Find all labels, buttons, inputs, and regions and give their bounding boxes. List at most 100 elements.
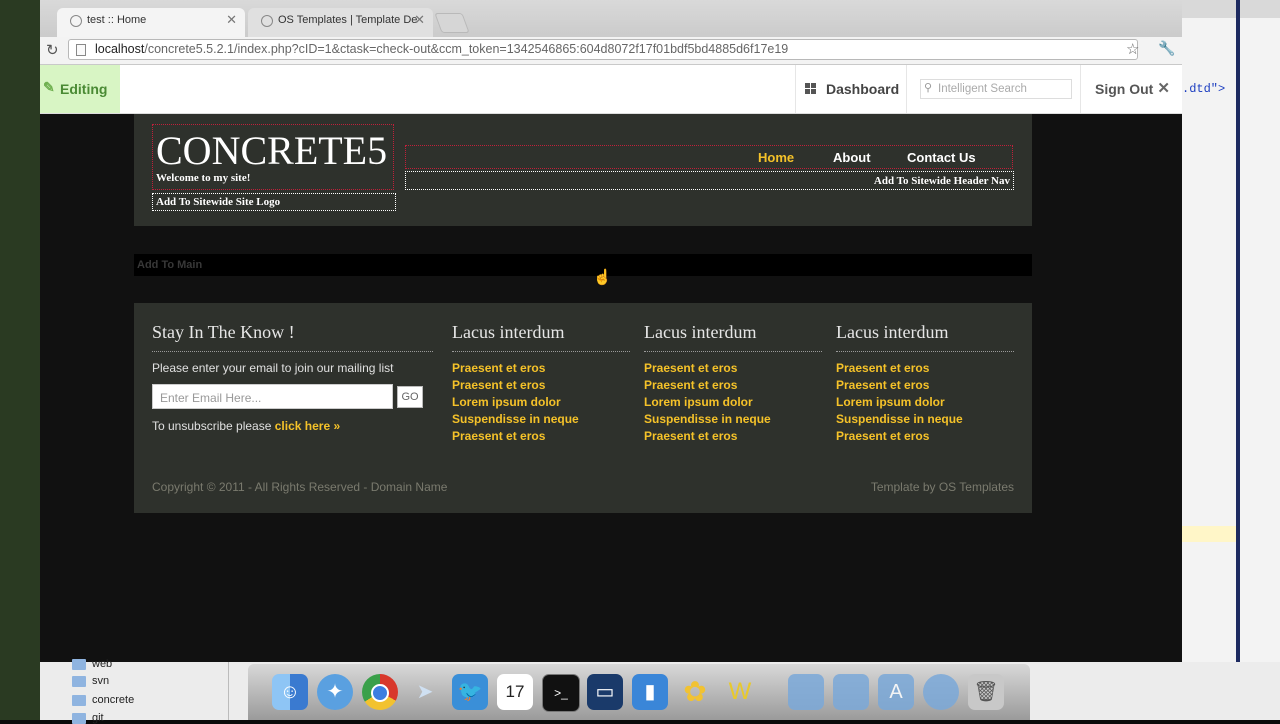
add-to-site-logo-button[interactable]: Add To Sitewide Site Logo [152, 193, 396, 211]
tab-title: OS Templates | Template De [278, 14, 418, 26]
main-area[interactable]: Add To Main [134, 254, 1032, 276]
finder-item-git[interactable]: git [72, 712, 104, 724]
footer-heading-col4: Lacus interdum [836, 322, 949, 342]
trash-icon[interactable]: 🗑 [968, 674, 1004, 710]
folder-icon[interactable] [788, 674, 824, 710]
twitter-icon[interactable]: 🐦 [452, 674, 488, 710]
editing-button[interactable]: ✎ Editing [40, 65, 120, 113]
nav-item-contact-us[interactable]: Contact Us [907, 150, 976, 165]
go-button[interactable]: GO [397, 386, 423, 408]
intelligent-search-input[interactable]: ⚲ Intelligent Search [920, 79, 1072, 99]
folder-icon [72, 676, 86, 687]
nav-item-about[interactable]: About [833, 150, 871, 165]
applications-icon[interactable]: A [878, 674, 914, 710]
tab-os-templates[interactable]: OS Templates | Template De ✕ [248, 8, 433, 37]
address-bar[interactable]: localhost/concrete5.5.2.1/index.php?cID=… [68, 39, 1138, 60]
hand-cursor-icon: ☝ [593, 269, 612, 286]
footer-link[interactable]: Lorem ipsum dolor [836, 395, 963, 412]
safari-icon[interactable]: ✦ [317, 674, 353, 710]
editor-code-text: .dtd"> [1182, 82, 1226, 96]
textwrangler-icon[interactable]: W [722, 674, 758, 710]
concrete5-toolbar: ✎ Editing Dashboard ⚲ Intelligent Search… [40, 65, 1182, 114]
footer-divider [836, 351, 1014, 352]
footer-link[interactable]: Praesent et eros [452, 378, 579, 395]
wrench-icon[interactable]: 🔧 [1158, 40, 1175, 57]
finder-item-label: svn [92, 675, 110, 687]
finder-item-label: git [92, 712, 104, 724]
footer-link[interactable]: Praesent et eros [452, 429, 579, 446]
folder-icon [72, 695, 86, 706]
folder-icon [72, 713, 86, 724]
footer-link[interactable]: Suspendisse in neque [836, 412, 963, 429]
flower-icon[interactable]: ✿ [677, 674, 713, 710]
footer-link[interactable]: Praesent et eros [836, 361, 963, 378]
footer-link[interactable]: Lorem ipsum dolor [452, 395, 579, 412]
page-favicon-icon [261, 15, 273, 27]
unsubscribe-text: To unsubscribe please click here » [152, 419, 340, 433]
footer-link[interactable]: Suspendisse in neque [644, 412, 771, 429]
sign-out-button[interactable]: Sign Out ✕ [1080, 65, 1182, 113]
site-logo: CONCRETE5 [156, 128, 388, 173]
finder-item-web[interactable]: web [72, 658, 112, 670]
finder-icon[interactable]: ☺ [272, 674, 308, 710]
finder-divider [228, 662, 229, 720]
url-host: localhost [95, 42, 145, 56]
sign-out-label: Sign Out [1095, 81, 1154, 97]
finder-item-concrete[interactable]: concrete [72, 694, 134, 706]
footer-link[interactable]: Lorem ipsum dolor [644, 395, 771, 412]
grid-icon [805, 83, 816, 94]
tab-test-home[interactable]: test :: Home ✕ [57, 8, 245, 37]
footer-heading-col3: Lacus interdum [644, 322, 757, 342]
add-to-header-nav-button[interactable]: Add To Sitewide Header Nav [405, 171, 1014, 190]
unsubscribe-label: To unsubscribe please [152, 419, 275, 433]
reload-icon[interactable]: ↻ [46, 41, 59, 59]
footer-link-list: Praesent et eros Praesent et eros Lorem … [452, 361, 579, 446]
calendar-icon[interactable]: 17 [497, 674, 533, 710]
chrome-icon[interactable] [362, 674, 398, 710]
template-credit-link[interactable]: Template by OS Templates [871, 480, 1014, 494]
mail-icon[interactable]: ➤ [407, 674, 443, 710]
finder-item-svn[interactable]: svn [72, 675, 110, 687]
footer-link[interactable]: Praesent et eros [644, 429, 771, 446]
search-placeholder: Intelligent Search [938, 83, 1027, 95]
footer-link[interactable]: Praesent et eros [452, 361, 579, 378]
unsubscribe-link[interactable]: click here » [275, 419, 340, 433]
display-icon[interactable]: ▭ [587, 674, 623, 710]
folder-icon[interactable] [833, 674, 869, 710]
page-icon [76, 44, 86, 56]
dock: ☺ ✦ ➤ 🐦 17 >_ ▭ ▮ ✿ W A 🗑 [248, 664, 1030, 720]
footer-link[interactable]: Praesent et eros [644, 361, 771, 378]
close-tab-icon[interactable]: ✕ [226, 12, 237, 28]
footer-divider [452, 351, 630, 352]
footer-link-list: Praesent et eros Praesent et eros Lorem … [836, 361, 963, 446]
editor-highlight-line [1182, 526, 1236, 542]
browser-toolbar: ↻ localhost/concrete5.5.2.1/index.php?cI… [40, 37, 1182, 65]
footer-link[interactable]: Praesent et eros [644, 378, 771, 395]
site-logo-area[interactable]: CONCRETE5 Welcome to my site! [152, 124, 394, 190]
close-icon: ✕ [1157, 80, 1170, 97]
terminal-icon[interactable]: >_ [542, 674, 580, 712]
page-favicon-icon [70, 15, 82, 27]
newsletter-text: Please enter your email to join our mail… [152, 361, 394, 375]
downloads-icon[interactable] [923, 674, 959, 710]
email-input[interactable]: Enter Email Here... [152, 384, 393, 409]
close-tab-icon[interactable]: ✕ [414, 12, 425, 28]
editor-window-background: .dtd"> [1182, 0, 1280, 662]
footer-link[interactable]: Praesent et eros [836, 378, 963, 395]
add-to-main-label: Add To Main [137, 259, 203, 271]
footer-link[interactable]: Praesent et eros [836, 429, 963, 446]
nav-item-home[interactable]: Home [758, 150, 794, 165]
url-path: /concrete5.5.2.1/index.php?cID=1&ctask=c… [144, 42, 789, 56]
tab-title: test :: Home [87, 14, 147, 26]
folder-icon [72, 659, 86, 670]
site-tagline: Welcome to my site! [156, 172, 251, 184]
phone-icon[interactable]: ▮ [632, 674, 668, 710]
editor-toolbar [1182, 0, 1280, 18]
dashboard-button[interactable]: Dashboard [795, 65, 907, 113]
footer-link[interactable]: Suspendisse in neque [452, 412, 579, 429]
new-tab-button[interactable] [434, 13, 470, 33]
footer-heading-col2: Lacus interdum [452, 322, 565, 342]
dashboard-label: Dashboard [826, 81, 900, 97]
editor-divider [1236, 0, 1240, 662]
bookmark-star-icon[interactable]: ☆ [1126, 40, 1139, 58]
